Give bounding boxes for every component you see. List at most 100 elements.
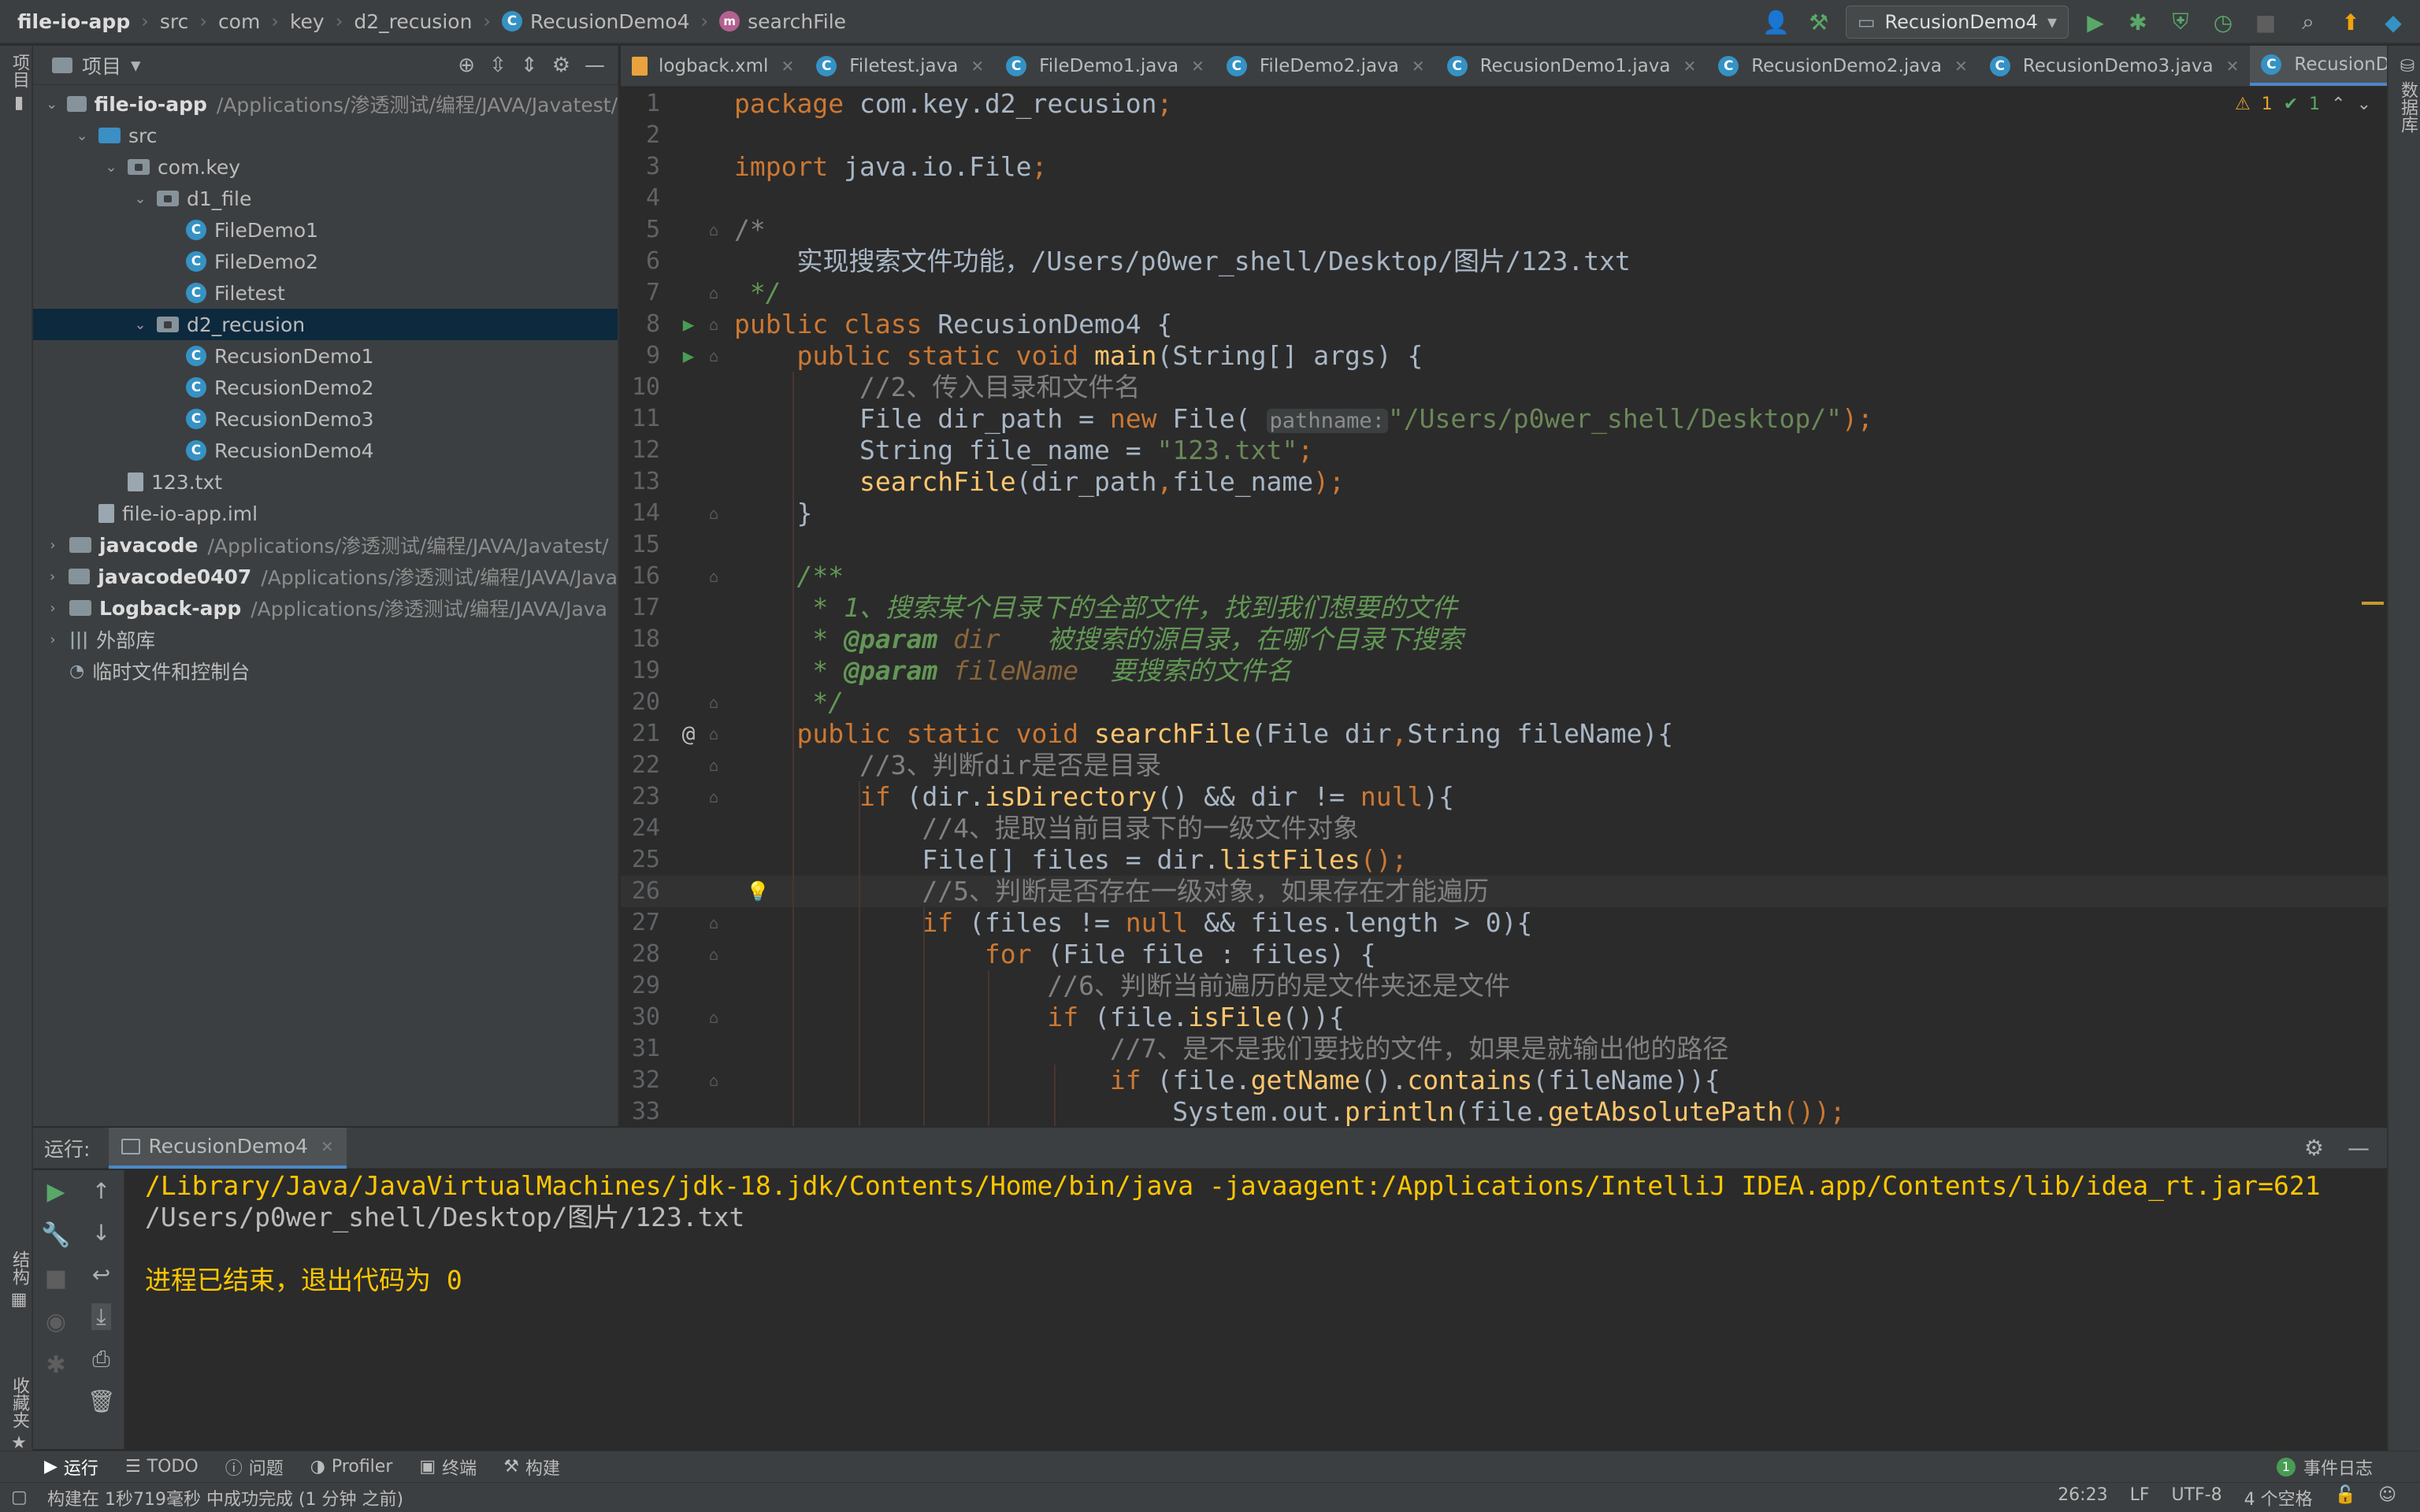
- line-number[interactable]: 3: [621, 151, 660, 183]
- fold-marker-icon[interactable]: ⌂: [709, 340, 718, 372]
- code-line[interactable]: 10 //2、传入目录和文件名: [621, 372, 2387, 403]
- favorites-tool-tab[interactable]: 收藏夹 ★: [6, 1377, 32, 1453]
- chevron-right-icon[interactable]: ›: [44, 537, 61, 554]
- code-line[interactable]: 32 ⌂ if (file.getName().contains(fileName…: [621, 1065, 2387, 1096]
- code-line[interactable]: 28 ⌂ for (File file : files) {: [621, 939, 2387, 970]
- close-icon[interactable]: ✕: [1191, 57, 1204, 76]
- code-line[interactable]: 30 ⌂ if (file.isFile()){: [621, 1002, 2387, 1033]
- user-icon[interactable]: 👤: [1761, 6, 1792, 38]
- tree-item[interactable]: ⌄ file-io-app/Applications/渗透测试/编程/JAVA/J…: [33, 88, 618, 120]
- line-number[interactable]: 31: [621, 1033, 660, 1065]
- tree-item[interactable]: file-io-app.iml: [33, 498, 618, 529]
- gear-icon[interactable]: ⚙: [552, 54, 570, 77]
- line-number[interactable]: 30: [621, 1002, 660, 1033]
- code-line[interactable]: 8 ▶ ⌂ public class RecusionDemo4 {: [621, 309, 2387, 340]
- editor-tab[interactable]: C FileDemo2.java ✕: [1216, 46, 1436, 86]
- code-line[interactable]: 27 ⌂ if (files != null && files.length > …: [621, 907, 2387, 939]
- plugin-icon[interactable]: ◆: [2377, 6, 2409, 38]
- line-number[interactable]: 5: [621, 214, 660, 246]
- line-number[interactable]: 1: [621, 88, 660, 120]
- code-line[interactable]: 1 package com.key.d2_recusion;: [621, 88, 2387, 120]
- close-icon[interactable]: ✕: [1412, 57, 1425, 76]
- tree-item[interactable]: ⌄ src: [33, 120, 618, 151]
- line-number[interactable]: 10: [621, 372, 660, 403]
- line-number[interactable]: 26: [621, 876, 660, 907]
- chevron-down-icon[interactable]: ⌄: [102, 159, 120, 176]
- editor-tab[interactable]: CRecusionDemo4.java✕: [2250, 46, 2387, 86]
- code-line[interactable]: 33 System.out.println(file.getAbsolutePa…: [621, 1096, 2387, 1126]
- line-number[interactable]: 24: [621, 813, 660, 844]
- chevron-right-icon[interactable]: ›: [44, 632, 61, 648]
- toggle-panel-icon[interactable]: ▢: [11, 1488, 28, 1507]
- tree-item[interactable]: C RecusionDemo3: [33, 403, 618, 435]
- indent-setting[interactable]: 4 个空格: [2244, 1485, 2313, 1510]
- line-number[interactable]: 27: [621, 907, 660, 939]
- chevron-down-icon[interactable]: ⌄: [44, 96, 59, 113]
- line-number[interactable]: 29: [621, 970, 660, 1002]
- line-number[interactable]: 17: [621, 592, 660, 624]
- fold-marker-icon[interactable]: ⌂: [709, 309, 718, 340]
- line-number[interactable]: 12: [621, 435, 660, 466]
- console-output[interactable]: /Library/Java/JavaVirtualMachines/jdk-18…: [126, 1170, 2387, 1449]
- line-number[interactable]: 15: [621, 529, 660, 561]
- line-number[interactable]: 2: [621, 120, 660, 151]
- fold-marker-icon[interactable]: ⌂: [709, 718, 718, 750]
- event-log-tab[interactable]: 1 事件日志: [2276, 1455, 2420, 1480]
- breadcrumb-com[interactable]: com: [218, 10, 260, 33]
- status-message[interactable]: 构建在 1秒719毫秒 中成功完成 (1 分钟 之前): [47, 1485, 403, 1510]
- tree-item[interactable]: C FileDemo2: [33, 246, 618, 277]
- breadcrumb-key[interactable]: key: [290, 10, 325, 33]
- line-separator[interactable]: LF: [2130, 1485, 2150, 1510]
- fold-marker-icon[interactable]: ⌂: [709, 907, 718, 939]
- editor-tab[interactable]: logback.xml ✕: [621, 46, 805, 86]
- fold-marker-icon[interactable]: ⌂: [709, 750, 718, 781]
- print-icon[interactable]: ⎙: [92, 1346, 109, 1373]
- editor-tab[interactable]: C FileDemo1.java ✕: [995, 46, 1216, 86]
- tree-item[interactable]: › javacode/Applications/渗透测试/编程/JAVA/Java…: [33, 529, 618, 561]
- breadcrumb-class[interactable]: RecusionDemo4: [530, 10, 690, 33]
- minimize-icon[interactable]: —: [585, 54, 605, 77]
- code-line[interactable]: 13 searchFile(dir_path,file_name);: [621, 466, 2387, 498]
- tab-run[interactable]: ▶ 运行: [44, 1455, 98, 1480]
- code-line[interactable]: 19 * @param fileName 要搜索的文件名: [621, 655, 2387, 687]
- minimize-icon[interactable]: —: [2348, 1135, 2370, 1161]
- code-line[interactable]: 20 ⌂ */: [621, 687, 2387, 718]
- close-icon[interactable]: ✕: [781, 57, 794, 76]
- code-line[interactable]: 14 ⌂ }: [621, 498, 2387, 529]
- code-line[interactable]: 25 File[] files = dir.listFiles();: [621, 844, 2387, 876]
- profile-icon[interactable]: ◷: [2207, 6, 2239, 38]
- editor-tab[interactable]: C Filetest.java ✕: [805, 46, 995, 86]
- collapse-all-icon[interactable]: ⇕: [521, 54, 538, 77]
- code-line[interactable]: 26 💡 //5、判断是否存在一级对象，如果存在才能遍历: [621, 876, 2387, 907]
- close-icon[interactable]: ✕: [1683, 57, 1696, 76]
- soft-wrap-icon[interactable]: ↩: [92, 1262, 110, 1288]
- editor-tab[interactable]: C RecusionDemo1.java ✕: [1436, 46, 1708, 86]
- run-icon[interactable]: ▶: [2080, 6, 2111, 38]
- arrow-down-icon[interactable]: ↓: [92, 1220, 110, 1246]
- lock-icon[interactable]: 🔓: [2335, 1485, 2356, 1510]
- editor-tab[interactable]: C RecusionDemo2.java ✕: [1707, 46, 1979, 86]
- close-icon[interactable]: ✕: [1954, 57, 1968, 76]
- code-line[interactable]: 29 //6、判断当前遍历的是文件夹还是文件: [621, 970, 2387, 1002]
- fold-marker-icon[interactable]: ⌂: [709, 939, 718, 970]
- code-editor[interactable]: ⚠ 1 ✔ 1 ⌃ ⌄ 1 package com.key.d2_recusion…: [621, 88, 2387, 1126]
- stop-icon[interactable]: ■: [2250, 6, 2281, 38]
- tree-item[interactable]: C RecusionDemo1: [33, 340, 618, 372]
- breadcrumb-method[interactable]: searchFile: [748, 10, 846, 33]
- line-number[interactable]: 19: [621, 655, 660, 687]
- coverage-icon[interactable]: ⛨: [2165, 6, 2196, 38]
- camera-icon[interactable]: ◉: [46, 1308, 66, 1336]
- code-line[interactable]: 16 ⌂ /**: [621, 561, 2387, 592]
- line-number[interactable]: 22: [621, 750, 660, 781]
- code-line[interactable]: 21 @ ⌂ public static void searchFile(File …: [621, 718, 2387, 750]
- close-icon[interactable]: ✕: [971, 57, 984, 76]
- breadcrumb-src[interactable]: src: [160, 10, 189, 33]
- line-number[interactable]: 8: [621, 309, 660, 340]
- tree-item[interactable]: ⌄ d1_file: [33, 183, 618, 214]
- expand-all-icon[interactable]: ⇳: [489, 54, 507, 77]
- code-line[interactable]: 22 ⌂ //3、判断dir是否是目录: [621, 750, 2387, 781]
- chevron-down-icon[interactable]: ⌄: [132, 191, 149, 207]
- gear-icon[interactable]: ⚙: [2304, 1135, 2324, 1161]
- chevron-down-icon[interactable]: ⌄: [132, 317, 149, 333]
- tree-item[interactable]: ◔ 临时文件和控制台: [33, 655, 618, 687]
